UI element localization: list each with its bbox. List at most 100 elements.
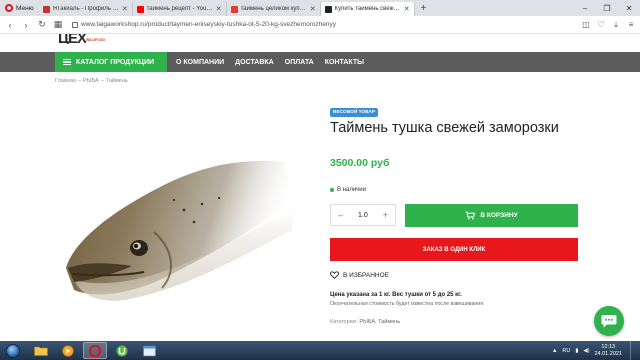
heart-icon[interactable]: ♡: [596, 20, 606, 30]
speed-dial-icon[interactable]: ▦: [52, 19, 64, 31]
nav-links: О КОМПАНИИ ДОСТАВКА ОПЛАТА КОНТАКТЫ: [176, 52, 364, 72]
breadcrumb-separator: –: [77, 78, 81, 84]
minimize-icon[interactable]: –: [574, 0, 596, 16]
breadcrumb-separator: –: [100, 78, 104, 84]
tab-favicon-icon: [136, 5, 144, 13]
taskbar-app-opera[interactable]: [83, 342, 107, 359]
app-window-icon: [142, 345, 156, 356]
browser-tab-2[interactable]: таймень рецепт - YouTube ✕: [133, 2, 227, 16]
window-controls: – ❐ ✕: [574, 0, 640, 16]
url-text: www.taigaworkshop.ru/product/taymen-enis…: [81, 21, 337, 28]
weight-product-badge: ВЕСОВОЙ ТОВАР: [330, 108, 379, 117]
site-header: ЦЕХ WILDFOOD: [0, 34, 640, 52]
favorites-label: В ИЗБРАННОЕ: [343, 271, 390, 279]
chat-widget-button[interactable]: [594, 306, 624, 336]
product-photo[interactable]: [44, 140, 304, 310]
tray-arrow-icon[interactable]: ▲: [552, 348, 557, 354]
qty-value[interactable]: 1.0: [358, 212, 368, 219]
product-price: 3500.00 руб: [330, 157, 390, 169]
one-click-order-button[interactable]: ЗАКАЗ В ОДИН КЛИК: [330, 238, 578, 261]
weight-price-note: Цена указана за 1 кг. Вес тушки от 5 до …: [330, 292, 462, 298]
catalog-label: КАТАЛОГ ПРОДУКЦИИ: [76, 58, 155, 66]
opera-logo-icon: [5, 4, 13, 12]
qty-increment-button[interactable]: +: [383, 210, 388, 220]
add-to-cart-button[interactable]: В КОРЗИНУ: [405, 204, 578, 227]
address-bar-actions: ◫ ♡ ⤓ ≡: [581, 20, 636, 30]
new-tab-button[interactable]: +: [415, 3, 433, 14]
tab-favicon-icon: [42, 5, 50, 13]
nav-link-about[interactable]: О КОМПАНИИ: [176, 59, 224, 66]
show-desktop-button[interactable]: [630, 341, 636, 360]
stock-status: В наличии: [330, 187, 366, 193]
taskbar-app-utorrent[interactable]: [110, 342, 134, 359]
windows-start-orb-icon: [6, 343, 20, 358]
cart-label: В КОРЗИНУ: [480, 212, 518, 219]
browser-tab-strip: Меню ЯТакиаль - Профиль пол... ✕ таймень…: [0, 0, 640, 16]
product-categories: Категории: РЫБА, Таймень: [330, 319, 400, 325]
tab-close-icon[interactable]: ✕: [122, 5, 128, 13]
final-price-note: Окончательная стоимость будет известна п…: [330, 301, 485, 307]
cart-icon: [465, 211, 476, 220]
url-field[interactable]: www.taigaworkshop.ru/product/taymen-enis…: [68, 18, 577, 31]
heart-outline-icon: [330, 271, 339, 279]
browser-tab-3[interactable]: таймень целиком купить ✕: [227, 2, 321, 16]
breadcrumb-fish[interactable]: РЫБА: [83, 78, 99, 84]
product-title: Таймень тушка свежей заморозки: [330, 120, 559, 136]
opera-browser-icon: [89, 344, 101, 357]
back-icon[interactable]: ‹: [4, 19, 16, 31]
maximize-icon[interactable]: ❐: [596, 0, 618, 16]
opera-menu-button[interactable]: Меню: [0, 0, 39, 16]
taskbar-app-media[interactable]: [56, 342, 80, 359]
nav-link-delivery[interactable]: ДОСТАВКА: [235, 59, 274, 66]
language-indicator[interactable]: RU: [562, 348, 570, 354]
system-clock[interactable]: 12:13 24.01.2021: [594, 344, 622, 358]
category-links[interactable]: РЫБА, Таймень: [359, 319, 400, 325]
folder-icon: [34, 346, 48, 356]
camera-icon[interactable]: ◫: [581, 20, 591, 30]
clock-date: 24.01.2021: [594, 350, 622, 357]
site-logo-subtitle: WILDFOOD: [86, 38, 106, 42]
add-to-favorites-link[interactable]: В ИЗБРАННОЕ: [330, 271, 389, 279]
taskbar-app-explorer[interactable]: [29, 342, 53, 359]
lock-icon: [72, 21, 78, 28]
tab-title: таймень рецепт - YouTube: [146, 6, 213, 12]
chat-bubble-icon: [601, 315, 617, 328]
clock-time: 12:13: [601, 343, 616, 350]
forward-icon[interactable]: ›: [20, 19, 32, 31]
tab-title: Купить таймень свежемо: [334, 6, 401, 12]
taskbar-app-store[interactable]: [137, 342, 161, 359]
network-icon[interactable]: ▮: [575, 348, 578, 354]
address-bar: ‹ › ↻ ▦ www.taigaworkshop.ru/product/tay…: [0, 16, 640, 34]
browser-tab-4-active[interactable]: Купить таймень свежемо ✕: [320, 2, 415, 16]
breadcrumb-home[interactable]: Главная: [55, 78, 76, 84]
site-logo[interactable]: ЦЕХ: [58, 34, 86, 44]
reload-icon[interactable]: ↻: [36, 19, 48, 31]
in-stock-dot-icon: [330, 188, 334, 192]
hamburger-icon: [63, 58, 71, 66]
nav-link-payment[interactable]: ОПЛАТА: [285, 59, 314, 66]
quantity-stepper: – 1.0 +: [330, 204, 396, 226]
start-button[interactable]: [0, 341, 26, 360]
nav-link-contacts[interactable]: КОНТАКТЫ: [325, 59, 364, 66]
breadcrumb: Главная – РЫБА – Таймень: [55, 78, 128, 84]
tab-title: таймень целиком купить: [240, 6, 307, 12]
volume-icon[interactable]: ◀): [583, 348, 589, 354]
tab-favicon-icon: [230, 5, 238, 13]
breadcrumb-taimen: Таймень: [105, 78, 128, 84]
close-window-icon[interactable]: ✕: [618, 0, 640, 16]
main-navigation: КАТАЛОГ ПРОДУКЦИИ О КОМПАНИИ ДОСТАВКА ОП…: [0, 52, 640, 72]
system-tray: ▲ RU ▮ ◀) 12:13 24.01.2021: [552, 341, 636, 360]
easy-setup-icon[interactable]: ≡: [626, 20, 636, 30]
windows-taskbar: ▲ RU ▮ ◀) 12:13 24.01.2021: [0, 341, 640, 360]
browser-tab-1[interactable]: ЯТакиаль - Профиль пол... ✕: [39, 2, 133, 16]
media-player-icon: [62, 344, 74, 357]
catalog-button[interactable]: КАТАЛОГ ПРОДУКЦИИ: [55, 52, 167, 72]
download-icon[interactable]: ⤓: [611, 20, 621, 30]
qty-decrement-button[interactable]: –: [338, 210, 343, 220]
menu-label: Меню: [16, 4, 34, 12]
tab-close-icon[interactable]: ✕: [404, 5, 410, 13]
category-label: Категории:: [330, 319, 358, 325]
one-click-label: ЗАКАЗ В ОДИН КЛИК: [422, 246, 486, 253]
tab-close-icon[interactable]: ✕: [310, 5, 316, 13]
tab-close-icon[interactable]: ✕: [216, 5, 222, 13]
